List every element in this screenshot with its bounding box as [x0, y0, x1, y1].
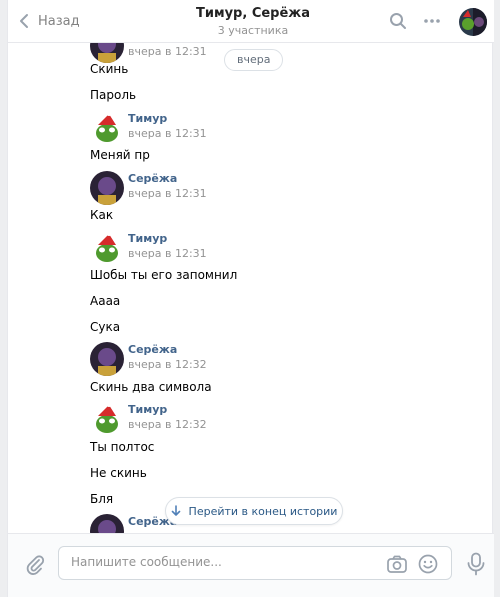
message-text: Аааа	[90, 294, 121, 308]
message-text: Бля	[90, 492, 114, 506]
author-name[interactable]: Тимур	[128, 403, 167, 416]
message-time: вчера в 12:31	[128, 187, 207, 200]
chat-avatar[interactable]	[459, 8, 487, 36]
message-text: Меняй пр	[90, 148, 150, 162]
message-time: вчера в 12:32	[128, 358, 207, 371]
message-text: Скинь	[90, 62, 129, 76]
message-time: вчера в 12:31	[128, 127, 207, 140]
back-button[interactable]: Назад	[18, 11, 80, 31]
avatar[interactable]	[90, 111, 124, 145]
avatar[interactable]	[90, 402, 124, 436]
message-text: Ты полтос	[90, 440, 155, 454]
message-input[interactable]	[71, 555, 371, 569]
message-text: Не скинь	[90, 466, 147, 480]
arrow-down-icon	[171, 505, 180, 516]
more-icon[interactable]	[422, 11, 442, 31]
chat-title-block[interactable]: Тимур, Серёжа 3 участника	[158, 6, 348, 37]
attach-icon[interactable]	[24, 554, 46, 576]
message-text: Скинь два символа	[90, 380, 212, 394]
message-time: вчера в 12:31	[128, 45, 207, 58]
message-text: Пароль	[90, 88, 137, 102]
participants-count: 3 участника	[217, 24, 289, 37]
scroll-to-end-button[interactable]: Перейти в конец истории	[165, 497, 343, 525]
mic-icon[interactable]	[466, 552, 486, 576]
message-text: Как	[90, 208, 114, 222]
message-text: Сука	[90, 320, 121, 334]
message-time: вчера в 12:31	[128, 247, 207, 260]
chat-title: Тимур, Серёжа	[195, 6, 311, 21]
avatar[interactable]	[90, 171, 124, 205]
author-name[interactable]: Серёжа	[128, 172, 177, 185]
scroll-to-end-label: Перейти в конец истории	[188, 504, 338, 518]
message-composer	[8, 533, 494, 597]
date-separator: вчера	[224, 49, 284, 71]
back-label: Назад	[38, 13, 80, 29]
author-name[interactable]: Серёжа	[128, 343, 177, 356]
avatar[interactable]	[90, 231, 124, 265]
message-text: Шобы ты его запомнил	[90, 268, 238, 282]
smile-icon[interactable]	[417, 553, 439, 575]
message-history[interactable]: вчера вчера в 12:31 Скинь Пароль Тимур в…	[8, 43, 494, 533]
author-name[interactable]: Тимур	[128, 112, 167, 125]
author-name[interactable]: Тимур	[128, 232, 167, 245]
message-input-box	[58, 546, 452, 580]
avatar[interactable]	[90, 514, 124, 533]
message-time: вчера в 12:32	[128, 418, 207, 431]
search-icon[interactable]	[388, 11, 408, 31]
back-arrow-icon	[20, 14, 28, 28]
camera-icon[interactable]	[386, 553, 408, 575]
avatar[interactable]	[90, 43, 124, 63]
chat-header: Назад Тимур, Серёжа 3 участника	[8, 0, 494, 43]
chat-window: Назад Тимур, Серёжа 3 участника вчера вч…	[7, 0, 494, 597]
avatar[interactable]	[90, 342, 124, 376]
